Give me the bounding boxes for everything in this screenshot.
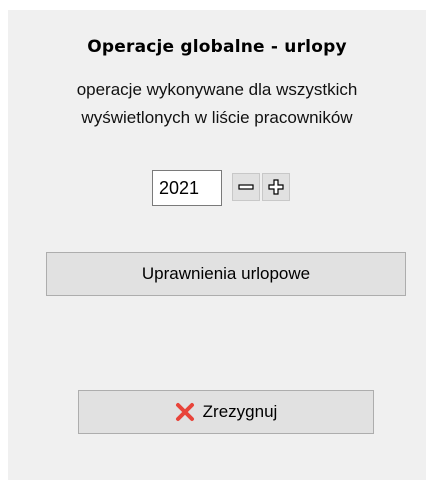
subtitle-line-1: operacje wykonywane dla wszystkich bbox=[76, 80, 358, 99]
dialog-panel: Operacje globalne - urlopy operacje wyko… bbox=[8, 10, 426, 480]
subtitle-line-2: wyświetlonych w liście pracowników bbox=[81, 108, 353, 127]
year-input[interactable] bbox=[152, 170, 222, 206]
entitlements-button-label: Uprawnienia urlopowe bbox=[141, 264, 311, 283]
cross-icon bbox=[175, 402, 195, 422]
cancel-button[interactable]: Zrezygnuj bbox=[78, 390, 374, 434]
year-decrement-button[interactable] bbox=[232, 173, 260, 201]
entitlements-button[interactable]: Uprawnienia urlopowe bbox=[46, 252, 406, 296]
minus-icon bbox=[238, 184, 254, 190]
year-selector bbox=[152, 170, 352, 208]
year-increment-button[interactable] bbox=[262, 173, 290, 201]
dialog-subtitle: operacje wykonywane dla wszystkich wyświ… bbox=[8, 76, 426, 132]
dialog-title: Operacje globalne - urlopy bbox=[87, 37, 347, 57]
cancel-button-label: Zrezygnuj bbox=[202, 402, 278, 421]
plus-icon bbox=[268, 179, 284, 195]
